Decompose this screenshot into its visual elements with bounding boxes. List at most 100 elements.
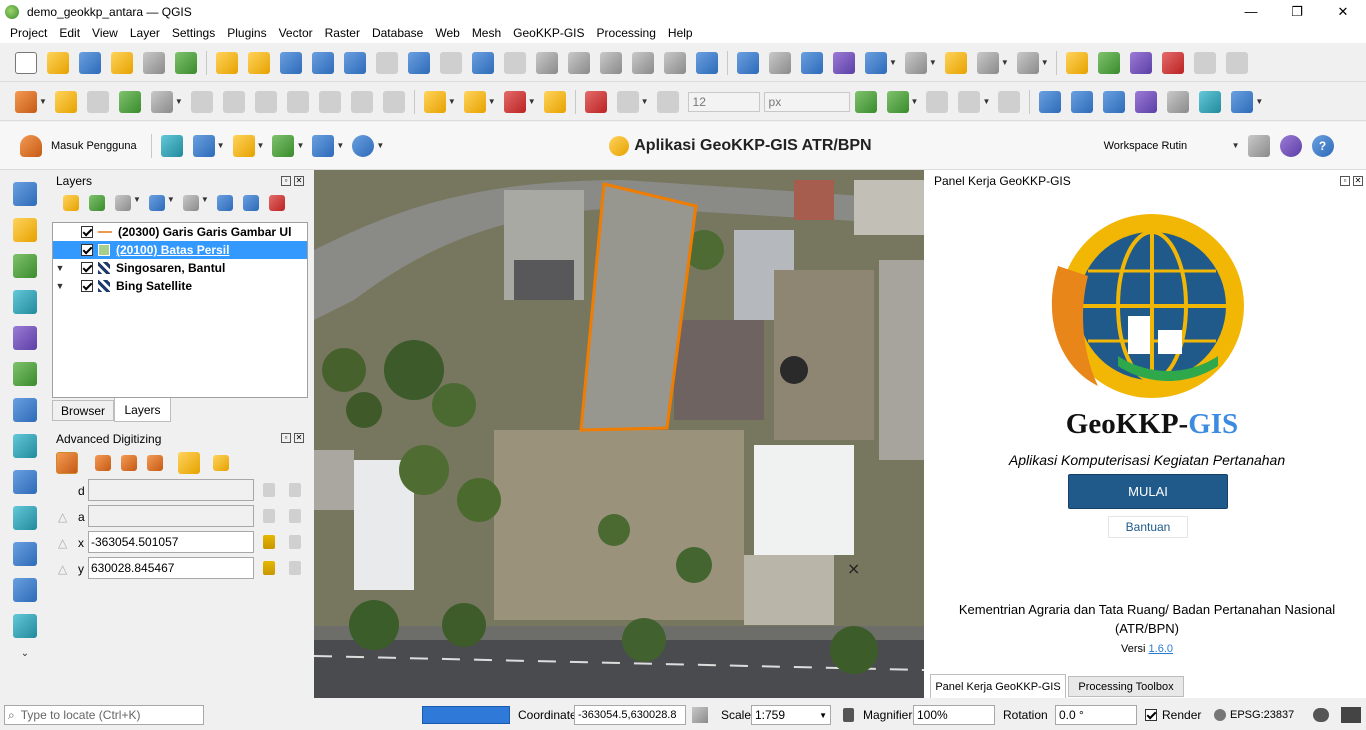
help-button[interactable]: Bantuan xyxy=(1108,516,1188,538)
label-abc-icon[interactable] xyxy=(1065,51,1088,74)
undo-plugin-icon[interactable] xyxy=(1231,90,1254,113)
message-log-icon[interactable] xyxy=(1341,707,1361,723)
save-edits-icon[interactable] xyxy=(86,90,109,113)
refresh-icon[interactable] xyxy=(696,51,718,74)
python-icon[interactable] xyxy=(1103,90,1126,113)
construction-icon[interactable] xyxy=(147,455,163,471)
open-table-icon[interactable] xyxy=(865,51,887,74)
lock-icon[interactable] xyxy=(263,509,275,523)
data-source-manager-icon[interactable] xyxy=(13,182,37,206)
expand-all-icon[interactable] xyxy=(216,195,233,211)
current-edits-icon[interactable] xyxy=(15,90,37,113)
pin-label-icon[interactable] xyxy=(1129,51,1152,74)
statistics-sigma-icon[interactable] xyxy=(833,51,855,74)
select-by-value-icon[interactable] xyxy=(463,90,486,113)
globe-icon[interactable] xyxy=(352,134,375,157)
perpendicular-icon[interactable] xyxy=(121,455,137,471)
relative-icon[interactable] xyxy=(289,509,301,523)
workspace-select[interactable]: Workspace Rutin xyxy=(1104,140,1232,152)
terrain-icon[interactable] xyxy=(1199,90,1222,113)
coordinate-toggle-icon[interactable] xyxy=(692,707,708,723)
digitize-icon[interactable] xyxy=(13,290,37,314)
new-project-icon[interactable] xyxy=(15,51,37,74)
vertex-tool-icon[interactable] xyxy=(150,90,173,113)
select-by-location-icon[interactable] xyxy=(543,90,566,113)
zoom-in-icon[interactable] xyxy=(280,51,302,74)
angle-field[interactable] xyxy=(88,505,254,527)
add-xyz-icon[interactable] xyxy=(13,614,37,638)
layer-row-garis[interactable]: (20300) Garis Garis Gambar Ul xyxy=(53,223,307,241)
open-project-icon[interactable] xyxy=(47,51,69,74)
render-checkbox[interactable] xyxy=(1145,709,1157,721)
menu-help[interactable]: Help xyxy=(662,26,699,40)
select-features-icon[interactable] xyxy=(423,90,446,113)
snap-tolerance-icon[interactable] xyxy=(656,90,679,113)
pan-icon[interactable] xyxy=(216,51,238,74)
coordinate-field[interactable]: -363054.5,630028.8 xyxy=(574,705,686,725)
menu-settings[interactable]: Settings xyxy=(166,26,221,40)
font-size-input[interactable]: 12 xyxy=(687,91,760,112)
rotate-label-icon[interactable] xyxy=(1225,51,1248,74)
add-wfs-icon[interactable] xyxy=(13,542,37,566)
maximize-button[interactable]: ❐ xyxy=(1274,0,1320,23)
parallel-icon[interactable] xyxy=(95,455,111,471)
layer-checkbox[interactable] xyxy=(81,280,93,292)
add-raster-icon[interactable] xyxy=(13,326,37,350)
intersection-icon[interactable] xyxy=(958,90,981,113)
add-spatialite-icon[interactable] xyxy=(13,434,37,458)
bookmark-icon[interactable] xyxy=(600,51,622,74)
map-tips-icon[interactable] xyxy=(944,51,967,74)
menu-database[interactable]: Database xyxy=(366,26,429,40)
document-icon[interactable] xyxy=(272,134,295,157)
deselect-icon[interactable] xyxy=(503,90,526,113)
start-button[interactable]: MULAI xyxy=(1068,474,1228,509)
remove-layer-icon[interactable] xyxy=(268,195,285,211)
unit-select[interactable]: px xyxy=(763,91,850,112)
menu-raster[interactable]: Raster xyxy=(319,26,366,40)
close-panel-icon[interactable]: ✕ xyxy=(294,433,304,443)
save-project-icon[interactable] xyxy=(79,51,101,74)
login-button[interactable]: Masuk Pengguna xyxy=(51,140,137,152)
float-panel-icon[interactable]: ▫ xyxy=(281,176,291,186)
avoid-overlap-icon[interactable] xyxy=(926,90,949,113)
snapping-magnet-icon[interactable] xyxy=(584,90,607,113)
layer-row-singosaren[interactable]: ▼ Singosaren, Bantul xyxy=(53,259,307,277)
move-label-icon[interactable] xyxy=(1193,51,1216,74)
settings-icon[interactable] xyxy=(213,455,229,471)
zoom-layer-icon[interactable] xyxy=(408,51,430,74)
zoom-next-icon[interactable] xyxy=(504,51,526,74)
magnifier-field[interactable]: 100% xyxy=(913,705,995,725)
menu-processing[interactable]: Processing xyxy=(591,26,662,40)
measure-icon[interactable] xyxy=(904,51,927,74)
zoom-native-icon[interactable] xyxy=(440,51,462,74)
polygon-tool-icon[interactable] xyxy=(232,134,255,157)
close-panel-icon[interactable]: ✕ xyxy=(294,176,304,186)
x-field[interactable]: -363054.501057 xyxy=(88,531,254,553)
attribute-table-icon[interactable] xyxy=(769,51,791,74)
settings-gear-icon[interactable] xyxy=(801,51,823,74)
style-layer-icon[interactable] xyxy=(63,195,79,211)
menu-mesh[interactable]: Mesh xyxy=(466,26,507,40)
relative-icon[interactable] xyxy=(289,483,301,497)
copy-icon[interactable] xyxy=(286,90,309,113)
tab-browser[interactable]: Browser xyxy=(52,400,114,421)
zoom-out-icon[interactable] xyxy=(312,51,334,74)
layer-row-bing[interactable]: ▼ Bing Satellite xyxy=(53,277,307,295)
delete-selected-icon[interactable] xyxy=(222,90,245,113)
identify-icon[interactable] xyxy=(737,51,759,74)
map-canvas[interactable]: × xyxy=(314,170,924,698)
lock-icon[interactable] xyxy=(263,561,275,575)
toggle-editing-pencil-icon[interactable] xyxy=(54,90,77,113)
add-delimited-icon[interactable] xyxy=(13,398,37,422)
lock-icon[interactable] xyxy=(263,483,275,497)
rotation-field[interactable]: 0.0 ° xyxy=(1055,705,1137,725)
help-icon[interactable]: ? xyxy=(1311,134,1334,157)
pan-to-selection-icon[interactable] xyxy=(248,51,270,74)
close-panel-icon[interactable]: ✕ xyxy=(1353,176,1363,186)
relative-icon[interactable] xyxy=(289,561,301,575)
menu-geokkp[interactable]: GeoKKP-GIS xyxy=(507,26,590,40)
undo-icon[interactable] xyxy=(350,90,373,113)
chart-plugin-icon[interactable] xyxy=(1135,90,1158,113)
add-vector-icon[interactable] xyxy=(13,254,37,278)
style-manager-icon[interactable] xyxy=(175,51,197,74)
